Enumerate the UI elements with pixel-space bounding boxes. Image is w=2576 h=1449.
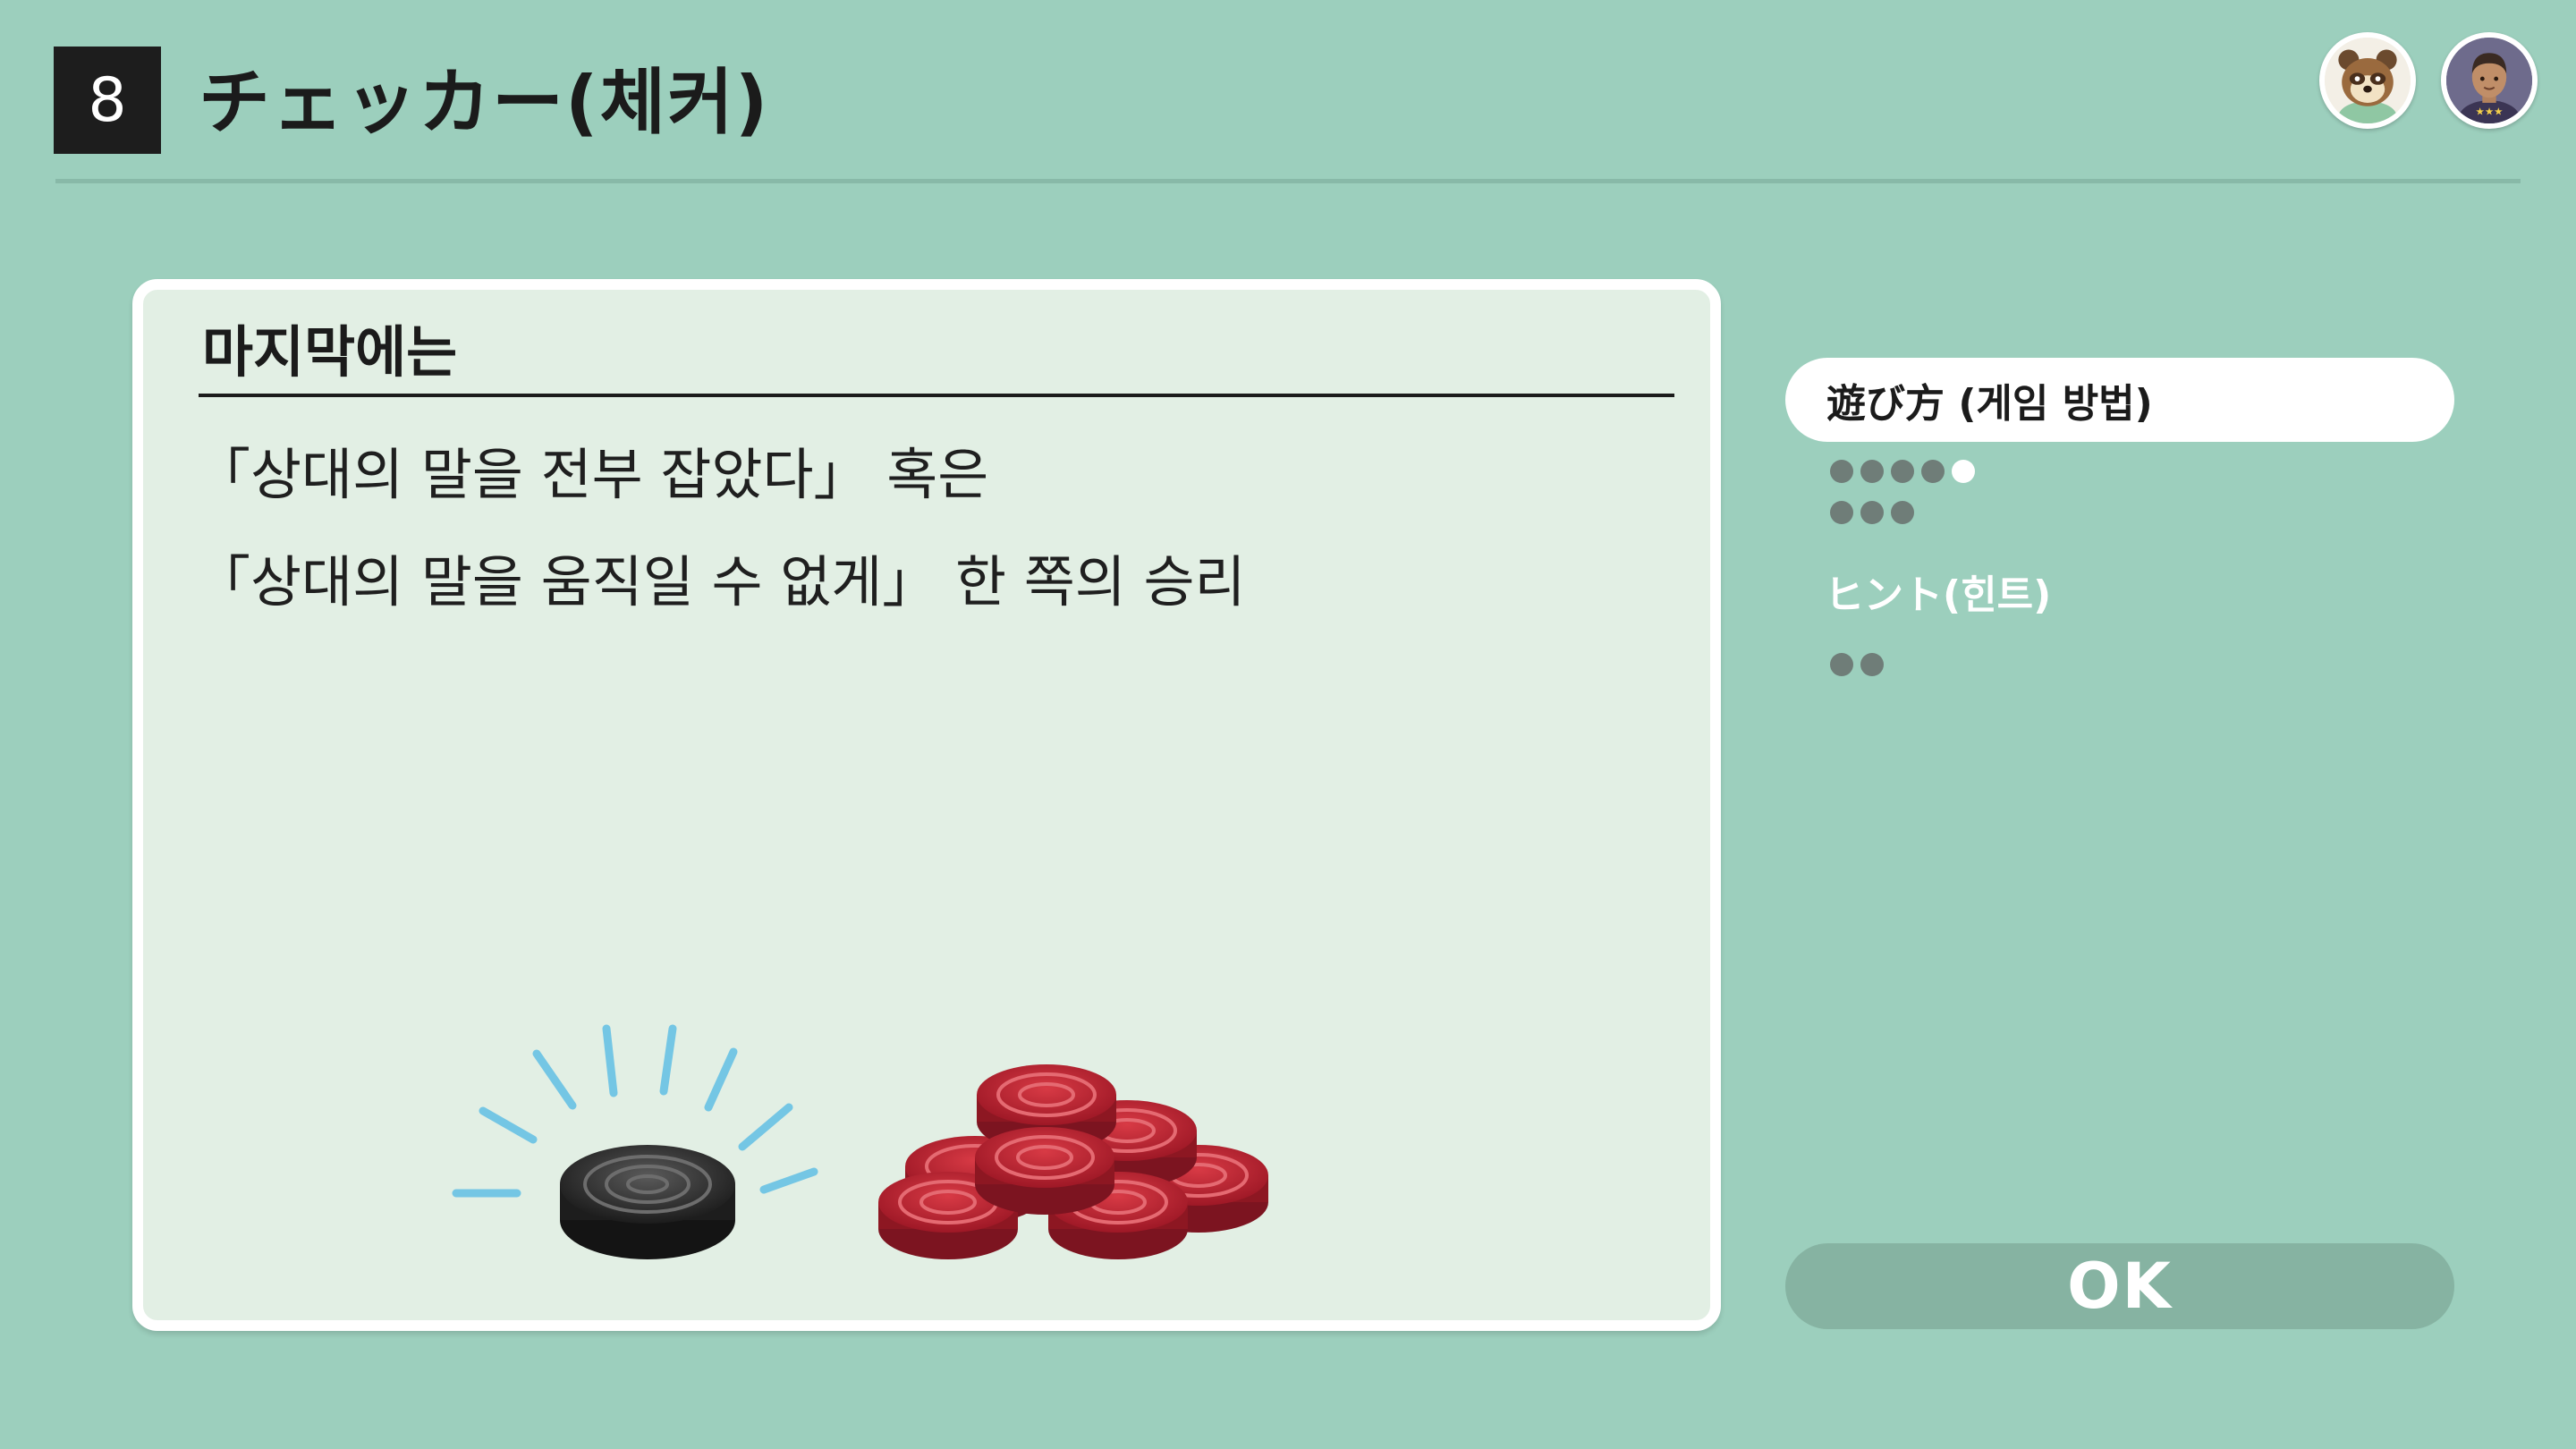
instruction-card: 마지막에는 「상대의 말을 전부 잡았다」 혹은 「상대의 말을 움직일 수 없… <box>132 279 1721 1331</box>
page-dot[interactable] <box>1830 460 1853 483</box>
hint-page-indicator <box>1830 653 1884 676</box>
checker-pieces-illustration <box>452 1024 1268 1259</box>
hint-page-dot[interactable] <box>1830 653 1853 676</box>
card-divider <box>199 394 1674 397</box>
game-number-badge: 8 <box>54 47 161 154</box>
page-dot[interactable] <box>1952 460 1975 483</box>
header-divider <box>55 179 2521 183</box>
page-dot[interactable] <box>1891 460 1914 483</box>
game-title: チェッカー(체커) <box>199 61 770 144</box>
page-dot[interactable] <box>1891 501 1914 524</box>
page-dot[interactable] <box>1860 501 1884 524</box>
tab-how-to-play[interactable]: 遊び方 (게임 방법) <box>1785 358 2454 442</box>
page-dot[interactable] <box>1830 501 1853 524</box>
tanuki-avatar-icon[interactable] <box>2319 32 2416 129</box>
card-heading: 마지막에는 <box>202 319 458 385</box>
ok-button[interactable]: OK <box>1785 1243 2454 1329</box>
player-avatar-icon[interactable]: ★★★ <box>2441 32 2538 129</box>
rule-line-2: 「상대의 말을 움직일 수 없게」 한 쪽의 승리 <box>195 549 1246 614</box>
tab-hint[interactable]: ヒント(힌트) <box>1825 562 2051 630</box>
black-checker-piece <box>560 1145 735 1259</box>
page-dot[interactable] <box>1860 460 1884 483</box>
svg-text:★★★: ★★★ <box>2476 105 2504 117</box>
hint-page-dot[interactable] <box>1860 653 1884 676</box>
rule-line-1: 「상대의 말을 전부 잡았다」 혹은 <box>195 442 989 507</box>
red-checker-pile <box>878 1064 1268 1259</box>
page-dot[interactable] <box>1921 460 1945 483</box>
how-to-play-page-indicator <box>1830 460 1991 524</box>
